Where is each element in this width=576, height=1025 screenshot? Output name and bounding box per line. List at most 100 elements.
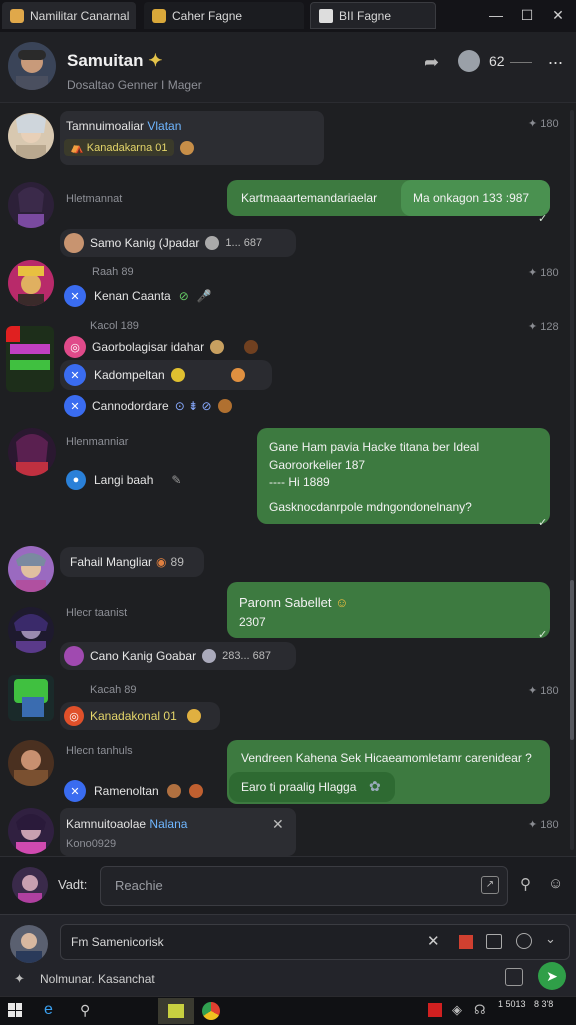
reaction-chip[interactable]: ◎ Kanadakonal 01 (60, 702, 220, 730)
outgoing-message-bubble: Paronn Sabellet ☺ 2307 (227, 582, 550, 638)
pen-icon: ✎ (171, 473, 182, 487)
close-button[interactable]: ✕ (549, 6, 567, 24)
message-author: Kacol 189 (90, 320, 139, 332)
tray-app-icon[interactable] (428, 1003, 442, 1017)
emoji-icon (186, 709, 201, 723)
minimize-button[interactable]: — (487, 6, 505, 24)
avatar[interactable] (8, 260, 54, 306)
bookmark-icon[interactable] (459, 935, 473, 949)
reply-input[interactable]: Fm Samenicorisk ✕ ⌄ (60, 924, 570, 960)
message-text: ---- Hi 1889 (269, 475, 330, 489)
emoji-icon (166, 784, 181, 798)
page-title: Samuitan ✦ (67, 51, 163, 70)
chat-header: Samuitan ✦ Dosaltao Genner I Mager ➦ 62 … (0, 32, 576, 103)
header-subtitle: Dosaltao Genner I Mager (67, 78, 202, 92)
message-text: Kenan Caanta (94, 289, 171, 303)
browser-icon[interactable]: e (44, 1001, 53, 1019)
tab-2[interactable]: Caher Fagne (144, 2, 304, 29)
avatar[interactable] (8, 740, 54, 786)
more-options-button[interactable]: ... (548, 48, 563, 69)
emoji-icon (230, 368, 245, 382)
message-author: Hlecr taanist (66, 607, 128, 619)
sparkle-icon: ✦ (14, 971, 25, 986)
avatar[interactable] (12, 867, 48, 903)
reaction-chip[interactable]: Samo Kanig (Jpadar 1... 687 (60, 229, 296, 257)
message-card: Kamnuitoaolae Nalana Kono0929 ✕ (60, 808, 296, 856)
message-text: Paronn Sabellet ☺ (239, 595, 349, 610)
avatar[interactable] (8, 182, 54, 228)
tools-icon: ✕ (64, 364, 86, 386)
avatar[interactable] (8, 42, 56, 90)
reaction-chip[interactable]: Cano Kanig Goabar 283... 687 (60, 642, 296, 670)
clock[interactable]: 1 5013 (498, 998, 526, 1010)
send-button[interactable]: ➤ (538, 962, 566, 990)
message-text: Kartmaaartemandariaelar (241, 191, 378, 205)
quoted-text: Earo ti praalig Hlagga (241, 780, 357, 794)
read-check-icon: ✓ (538, 213, 548, 225)
message-author: Hlenmanniar (66, 436, 129, 448)
tab-3[interactable]: BII Fagne (310, 2, 436, 29)
mic-icon: 🎤 (196, 289, 212, 303)
attach-icon[interactable]: ↗ (481, 876, 499, 894)
quoted-reply[interactable]: Ma onkagon 133 :987 (401, 180, 550, 216)
chip-text: Kadompeltan (94, 368, 165, 382)
quoted-reply[interactable]: Earo ti praalig Hlagga ✿ (229, 772, 395, 802)
outgoing-message-bubble: Gane Ham pavia Hacke titana ber Ideal Ga… (257, 428, 550, 524)
avatar[interactable] (8, 607, 54, 653)
volume-icon[interactable]: ☊ (474, 1002, 486, 1018)
message-author: Raah 89 (92, 266, 134, 278)
input-placeholder: Reachie (115, 878, 163, 893)
message-input[interactable]: Reachie ↗ (100, 866, 508, 906)
reply-panel: Fm Samenicorisk ✕ ⌄ ✦ Nolmunar. Kasancha… (0, 914, 576, 997)
maximize-button[interactable]: ☐ (518, 6, 536, 24)
chip-count: 89 (170, 555, 184, 569)
avatar[interactable] (8, 113, 54, 159)
start-icon[interactable] (8, 1003, 22, 1017)
message-row: ● Langi baah ✎ (66, 470, 181, 490)
reaction-chip[interactable]: ✕ Kadompeltan (60, 360, 272, 390)
avatar (64, 233, 84, 253)
close-icon[interactable]: ✕ (272, 816, 284, 833)
page-icon (319, 8, 333, 23)
read-check-icon: ✓ (538, 629, 548, 641)
image-icon[interactable] (486, 934, 502, 949)
message-text: Gasknocdanrpole mdngondonelnany? (269, 500, 472, 514)
message-title: Tamnuimoaliar Vlatan (66, 119, 182, 133)
emoji-icon (170, 368, 185, 382)
chip-text: Cano Kanig Goabar (90, 649, 197, 663)
clock-icon[interactable] (516, 933, 532, 949)
scrollbar-thumb[interactable] (570, 580, 574, 740)
reaction-chip[interactable]: Fahail Mangliar ◉ 89 (60, 547, 204, 577)
chrome-icon[interactable] (202, 1002, 220, 1020)
avatar[interactable] (8, 675, 54, 721)
avatar[interactable] (6, 326, 54, 392)
avatar[interactable] (8, 428, 56, 476)
avatar[interactable] (10, 925, 48, 963)
member-avatar[interactable] (458, 50, 480, 72)
network-icon[interactable]: ◈ (452, 1002, 462, 1018)
scrollbar[interactable] (570, 110, 574, 850)
pin-icon[interactable]: ⚲ (520, 875, 531, 893)
avatar[interactable] (8, 808, 54, 854)
date[interactable]: 8 3'8 (534, 998, 553, 1010)
sticker-icon[interactable]: ☺ (548, 875, 563, 892)
avatar[interactable] (8, 546, 54, 592)
tools-icon: ✕ (64, 285, 86, 307)
emoji-icon (179, 140, 194, 155)
search-icon[interactable]: ⚲ (80, 1002, 90, 1019)
emoji-icon (202, 649, 217, 663)
share-icon[interactable]: ➦ (424, 52, 439, 73)
chevron-down-icon[interactable]: ⌄ (545, 931, 556, 947)
avatar (64, 646, 84, 666)
message-row: ✕ Ramenoltan (64, 780, 203, 802)
emoji-icon (217, 399, 232, 413)
tools-icon[interactable]: ✕ (427, 932, 440, 950)
message-text: 2307 (239, 615, 266, 629)
app-icon (10, 8, 24, 23)
tag-badge[interactable]: ⛺ Kanadakarna 01 (64, 139, 174, 156)
tab-1[interactable]: Namilitar Canarnal (2, 2, 136, 29)
emoji-picker-icon[interactable] (505, 968, 523, 986)
reply-input-text: Fm Samenicorisk (71, 935, 164, 949)
taskbar-app[interactable] (158, 998, 194, 1024)
member-count: 62 (489, 53, 505, 69)
